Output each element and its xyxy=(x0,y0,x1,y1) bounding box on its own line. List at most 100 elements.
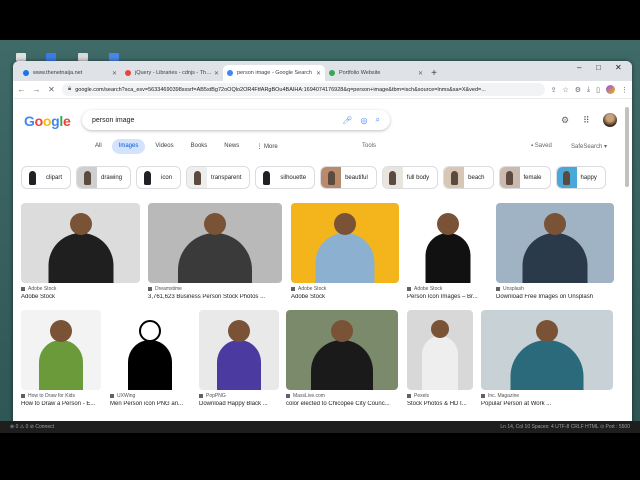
chip-drawing[interactable]: drawing xyxy=(76,166,132,189)
result-source[interactable]: Adobe Stock xyxy=(291,286,326,292)
close-window-button[interactable]: ✕ xyxy=(615,63,622,72)
result-title[interactable]: Adobe Stock xyxy=(21,294,146,300)
bookmark-star-icon[interactable]: ☆ xyxy=(562,86,568,94)
new-tab-button[interactable]: + xyxy=(427,68,441,79)
result-source[interactable]: Dreamstime xyxy=(148,286,182,292)
tab-all[interactable]: All xyxy=(88,139,109,154)
result-source[interactable]: MassLive.com xyxy=(286,393,325,399)
google-logo[interactable]: Google xyxy=(24,113,71,129)
logo-letter: G xyxy=(24,113,35,129)
maximize-button[interactable]: □ xyxy=(596,63,601,72)
menu-dots-icon[interactable]: ⋮ xyxy=(621,86,628,94)
settings-gear-icon[interactable]: ⚙ xyxy=(561,115,569,126)
search-icon[interactable]: ⌕ xyxy=(376,115,380,125)
source-name: Dreamstime xyxy=(155,286,182,292)
result-title[interactable]: Stock Photos & HD I... xyxy=(407,401,479,407)
chip-full-body[interactable]: full body xyxy=(381,166,439,189)
result-source[interactable]: Unsplash xyxy=(496,286,524,292)
desktop-icon[interactable] xyxy=(16,53,26,61)
source-favicon xyxy=(148,286,152,291)
result-image[interactable] xyxy=(21,310,101,390)
desktop-icon[interactable] xyxy=(109,53,119,61)
result-image[interactable] xyxy=(496,203,614,283)
tab-more[interactable]: ⋮ More xyxy=(249,139,284,154)
tools-button[interactable]: Tools xyxy=(362,143,376,149)
address-bar[interactable]: 🔒︎ google.com/search?sca_esv=56334690398… xyxy=(62,83,545,96)
chip-happy[interactable]: happy xyxy=(555,166,606,189)
result-source[interactable]: UXWing xyxy=(110,393,135,399)
result-source[interactable]: Adobe Stock xyxy=(407,286,442,292)
chip-beach[interactable]: beach xyxy=(443,166,494,189)
result-source[interactable]: Adobe Stock xyxy=(21,286,56,292)
lens-icon[interactable]: ◎ xyxy=(361,116,368,125)
result-image[interactable] xyxy=(286,310,398,390)
back-arrow-icon[interactable]: ← xyxy=(17,85,26,94)
result-image[interactable] xyxy=(291,203,399,283)
chip-female[interactable]: female xyxy=(498,166,551,189)
tab-thenetnaija[interactable]: www.thenetnaija.net ✕ xyxy=(19,65,121,81)
search-box[interactable]: person image 🎤︎ ◎ ⌕ xyxy=(82,110,390,130)
chip-beautiful[interactable]: beautiful xyxy=(320,166,377,189)
result-title[interactable]: Adobe Stock xyxy=(291,294,405,300)
minimize-button[interactable]: – xyxy=(577,63,581,72)
favicon xyxy=(227,70,233,76)
tab-videos[interactable]: Videos xyxy=(148,139,180,154)
tab-images[interactable]: Images xyxy=(111,139,146,154)
person-figure xyxy=(50,320,72,342)
result-title[interactable]: 3,761,623 Business Person Stock Photos .… xyxy=(148,294,288,300)
result-title[interactable]: Popular Person at Work ... xyxy=(481,401,619,407)
person-figure xyxy=(334,213,356,235)
tab-google-search[interactable]: person image - Google Search ✕ xyxy=(223,65,325,81)
result-title[interactable]: Person Icon Images – Br... xyxy=(407,294,494,300)
result-source[interactable]: Pexels xyxy=(407,393,429,399)
close-icon[interactable]: ✕ xyxy=(112,70,117,77)
result-source[interactable]: Inc. Magazine xyxy=(481,393,519,399)
chip-icon[interactable]: icon xyxy=(136,166,182,189)
lock-icon[interactable]: 🔒︎ xyxy=(68,86,71,93)
extensions-icon[interactable]: ⚙ xyxy=(575,86,581,94)
chip-silhouette[interactable]: silhouette xyxy=(255,166,316,189)
page-scrollbar[interactable] xyxy=(625,107,629,187)
result-title[interactable]: Download Free Images on Unsplash xyxy=(496,294,620,300)
result-image[interactable] xyxy=(407,310,473,390)
safesearch-button[interactable]: SafeSearch ▾ xyxy=(571,143,607,150)
result-image[interactable] xyxy=(21,203,140,283)
account-avatar[interactable] xyxy=(603,113,617,127)
chip-clipart[interactable]: clipart xyxy=(21,166,72,189)
result-title[interactable]: How to Draw a Person - E... xyxy=(21,401,107,407)
close-icon[interactable]: ✕ xyxy=(214,70,219,77)
result-image[interactable] xyxy=(407,203,488,283)
tab-news[interactable]: News xyxy=(217,139,246,154)
apps-grid-icon[interactable]: ⠿ xyxy=(583,115,590,126)
tab-label: Portfolio Website xyxy=(339,70,381,76)
result-title[interactable]: Men Person icon PNG an... xyxy=(110,401,196,407)
result-title[interactable]: Download Happy Black ... xyxy=(199,401,285,407)
download-icon[interactable]: ⤓ xyxy=(587,86,590,94)
sidebar-icon[interactable]: ▯ xyxy=(596,86,600,94)
tab-books[interactable]: Books xyxy=(184,139,215,154)
close-icon[interactable]: ✕ xyxy=(418,70,423,77)
desktop-icon[interactable] xyxy=(78,53,88,61)
close-icon[interactable]: ✕ xyxy=(316,70,321,77)
google-images-page: Google person image 🎤︎ ◎ ⌕ ⚙ ⠿ All Images… xyxy=(13,99,632,432)
source-favicon xyxy=(286,393,290,398)
result-source[interactable]: PopPNG xyxy=(199,393,226,399)
search-input[interactable]: person image xyxy=(92,117,334,124)
result-image[interactable] xyxy=(199,310,279,390)
saved-button[interactable]: ▪ Saved xyxy=(531,143,552,149)
profile-avatar-icon[interactable] xyxy=(606,85,615,94)
result-source[interactable]: How to Draw for Kids xyxy=(21,393,75,399)
tab-label: ⋮ More xyxy=(256,144,278,150)
tab-portfolio[interactable]: Portfolio Website ✕ xyxy=(325,65,427,81)
result-image[interactable] xyxy=(110,310,190,390)
forward-arrow-icon[interactable]: → xyxy=(32,85,41,94)
reload-icon[interactable]: ✕ xyxy=(47,85,56,94)
result-image[interactable] xyxy=(148,203,282,283)
microphone-icon[interactable]: 🎤︎ xyxy=(342,116,352,125)
desktop-icon[interactable] xyxy=(46,53,56,61)
share-icon[interactable]: ⇪ xyxy=(551,86,557,94)
result-image[interactable] xyxy=(481,310,613,390)
chip-transparent[interactable]: transparent xyxy=(186,166,251,189)
result-title[interactable]: color elected to Chicopee City Counc... xyxy=(286,401,404,407)
tab-jquery[interactable]: jQuery - Libraries - cdnjs - The #1 ✕ xyxy=(121,65,223,81)
